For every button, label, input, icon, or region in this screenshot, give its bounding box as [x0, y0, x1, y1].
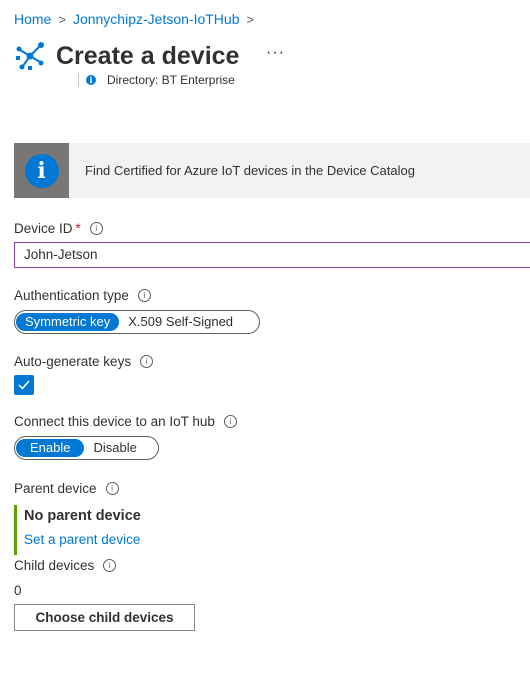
info-icon[interactable]: i — [105, 482, 119, 495]
info-icon: i — [86, 75, 96, 85]
banner-icon-box: i — [14, 143, 69, 198]
checkmark-icon — [18, 380, 30, 390]
divider — [78, 73, 79, 87]
info-icon[interactable]: i — [140, 355, 154, 368]
directory-text: Directory: BT Enterprise — [107, 73, 235, 87]
info-icon[interactable]: i — [137, 289, 151, 302]
chevron-right-icon: > — [246, 11, 255, 27]
connect-option-disable[interactable]: Disable — [84, 439, 145, 457]
connect-hub-toggle[interactable]: Enable Disable — [14, 436, 159, 460]
connect-option-enable[interactable]: Enable — [16, 439, 85, 457]
breadcrumb-hub-link[interactable]: Jonnychipz-Jetson-IoTHub — [73, 11, 240, 27]
iot-device-icon — [16, 42, 44, 70]
auth-type-toggle[interactable]: Symmetric key X.509 Self-Signed — [14, 310, 260, 334]
parent-device-label-text: Parent device — [14, 481, 97, 496]
page-title: Create a device — [56, 41, 240, 70]
breadcrumb-home-link[interactable]: Home — [14, 11, 51, 27]
connect-hub-label: Connect this device to an IoT hub i — [14, 414, 237, 429]
directory-subtitle: i Directory: BT Enterprise — [78, 73, 235, 87]
chevron-right-icon: > — [58, 11, 66, 27]
info-icon: i — [24, 153, 59, 188]
autogen-keys-label: Auto-generate keys i — [14, 354, 154, 369]
connect-hub-label-text: Connect this device to an IoT hub — [14, 414, 215, 429]
device-id-label: Device ID * i — [14, 221, 103, 236]
catalog-banner[interactable]: i Find Certified for Azure IoT devices i… — [14, 143, 530, 198]
child-devices-count: 0 — [14, 583, 22, 598]
child-devices-label-text: Child devices — [14, 558, 95, 573]
parent-device-label: Parent device i — [14, 481, 119, 496]
auth-option-x509[interactable]: X.509 Self-Signed — [119, 313, 242, 331]
banner-text: Find Certified for Azure IoT devices in … — [85, 163, 415, 178]
choose-child-devices-button[interactable]: Choose child devices — [14, 604, 195, 631]
info-icon[interactable]: i — [89, 222, 103, 235]
device-id-input[interactable]: John-Jetson — [14, 242, 530, 268]
more-options-button[interactable]: ··· — [266, 44, 285, 62]
auth-type-label-text: Authentication type — [14, 288, 129, 303]
breadcrumb: Home > Jonnychipz-Jetson-IoTHub > — [14, 11, 261, 27]
info-icon[interactable]: i — [223, 415, 237, 428]
info-icon[interactable]: i — [103, 559, 117, 572]
auth-type-label: Authentication type i — [14, 288, 151, 303]
required-asterisk: * — [75, 221, 81, 236]
parent-device-accent-bar — [14, 505, 17, 555]
child-devices-label: Child devices i — [14, 558, 117, 573]
device-id-label-text: Device ID — [14, 221, 73, 236]
autogen-keys-checkbox[interactable] — [14, 375, 34, 395]
auth-option-symmetric-key[interactable]: Symmetric key — [16, 313, 120, 331]
set-parent-device-link[interactable]: Set a parent device — [24, 532, 140, 547]
title-row: Create a device — [14, 40, 239, 72]
no-parent-device-text: No parent device — [24, 508, 141, 524]
autogen-keys-label-text: Auto-generate keys — [14, 354, 132, 369]
